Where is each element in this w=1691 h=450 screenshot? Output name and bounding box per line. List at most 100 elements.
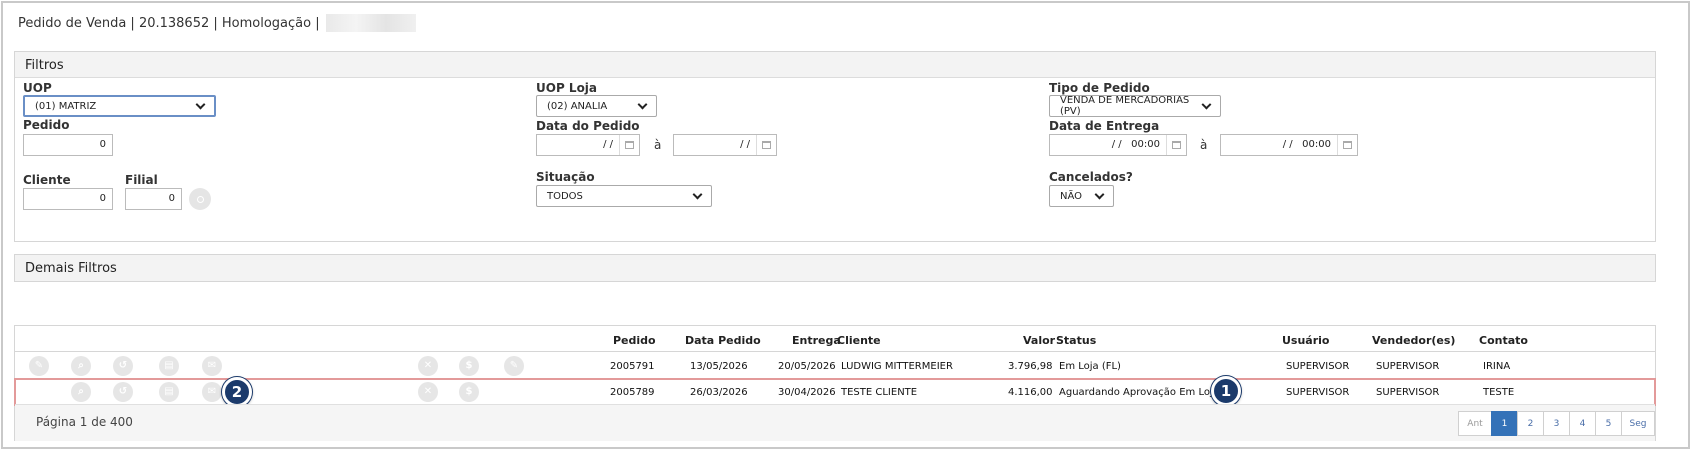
cell-pedido: 2005791 — [610, 361, 655, 372]
calendar-icon[interactable] — [756, 135, 776, 155]
data-pedido-to-value: / / — [740, 139, 750, 150]
pedido-label: Pedido — [23, 118, 70, 132]
cancelados-value: NÃO — [1060, 190, 1083, 202]
more-filters-title[interactable]: Demais Filtros — [15, 255, 1655, 281]
page-title-text: Pedido de Venda | 20.138652 | Homologaçã… — [18, 15, 320, 31]
data-pedido-to[interactable]: / / — [673, 134, 777, 156]
pagination-page-1[interactable]: 1 — [1491, 411, 1518, 436]
col-vendedor[interactable]: Vendedor(es) — [1372, 334, 1455, 347]
pedido-input[interactable]: 0 — [23, 134, 113, 156]
cell-entrega: 20/05/2026 — [778, 361, 836, 372]
callout-badge-2: 2 — [222, 377, 252, 407]
email-icon[interactable]: ✉ — [202, 382, 222, 402]
cell-cliente: LUDWIG MITTERMEIER — [841, 361, 953, 372]
filial-input[interactable]: 0 — [125, 188, 182, 210]
cancel-icon[interactable]: ✕ — [418, 382, 438, 402]
col-contato[interactable]: Contato — [1479, 334, 1528, 347]
col-pedido[interactable]: Pedido — [613, 334, 656, 347]
cell-status: Em Loja (FL) — [1059, 361, 1121, 372]
cell-data-pedido: 26/03/2026 — [690, 387, 748, 398]
calendar-icon[interactable] — [1337, 135, 1357, 155]
filters-title: Filtros — [15, 52, 1655, 78]
cliente-label: Cliente — [23, 173, 71, 187]
cell-valor: 4.116,00 — [1008, 387, 1053, 398]
history-icon[interactable]: ↺ — [113, 382, 133, 402]
uop-loja-label: UOP Loja — [536, 81, 598, 95]
chevron-down-icon — [692, 189, 703, 199]
uop-loja-value: (02) ANALIA — [547, 100, 608, 112]
cancelados-label: Cancelados? — [1049, 170, 1133, 184]
data-entrega-from-value: / / 00:00 — [1111, 139, 1160, 150]
data-entrega-sep: à — [1200, 138, 1208, 152]
grid-footer: Página 1 de 400 Ant 1 2 3 4 5 Seg — [15, 404, 1655, 441]
cell-vendedor: SUPERVISOR — [1376, 387, 1440, 398]
uop-loja-select[interactable]: (02) ANALIA — [536, 95, 657, 117]
redacted-environment — [325, 14, 416, 32]
filters-panel: Filtros UOP (01) MATRIZ Pedido 0 Cliente… — [14, 51, 1656, 242]
pagination-page-2[interactable]: 2 — [1517, 411, 1544, 436]
more-filters-panel[interactable]: Demais Filtros — [14, 254, 1656, 282]
data-pedido-from-value: / / — [603, 139, 613, 150]
dollar-icon[interactable]: $ — [459, 356, 479, 376]
search-icon[interactable] — [189, 188, 211, 210]
dollar-icon[interactable]: $ — [459, 382, 479, 402]
orders-grid: Pedido Data Pedido Entrega Cliente Valor… — [14, 325, 1656, 441]
data-entrega-from[interactable]: / / 00:00 — [1049, 134, 1187, 156]
pagination-prev[interactable]: Ant — [1458, 411, 1492, 436]
calendar-icon[interactable] — [1166, 135, 1186, 155]
uop-select[interactable]: (01) MATRIZ — [23, 95, 216, 117]
cancel-icon[interactable]: ✕ — [418, 356, 438, 376]
chevron-down-icon — [637, 99, 648, 109]
col-usuario[interactable]: Usuário — [1282, 334, 1330, 347]
col-cliente[interactable]: Cliente — [837, 334, 881, 347]
pagination: Ant 1 2 3 4 5 Seg — [1458, 411, 1655, 436]
history-icon[interactable]: ↺ — [113, 356, 133, 376]
tipo-pedido-value: VENDA DE MERCADORIAS (PV) — [1060, 95, 1190, 117]
search-icon[interactable]: ⌕ — [71, 382, 91, 402]
situacao-label: Situação — [536, 170, 595, 184]
cell-contato: TESTE — [1483, 387, 1515, 398]
uop-value: (01) MATRIZ — [35, 100, 97, 112]
print-icon[interactable]: ▤ — [159, 356, 179, 376]
calendar-icon[interactable] — [619, 135, 639, 155]
tipo-pedido-select[interactable]: VENDA DE MERCADORIAS (PV) — [1049, 95, 1221, 117]
cell-usuario: SUPERVISOR — [1286, 361, 1350, 372]
pagination-next[interactable]: Seg — [1621, 411, 1655, 436]
tipo-pedido-label: Tipo de Pedido — [1049, 81, 1150, 95]
cell-valor: 3.796,98 — [1008, 361, 1053, 372]
col-valor[interactable]: Valor — [1023, 334, 1055, 347]
col-data-pedido[interactable]: Data Pedido — [685, 334, 761, 347]
filial-label: Filial — [125, 173, 158, 187]
situacao-value: TODOS — [547, 190, 583, 202]
data-pedido-sep: à — [654, 138, 662, 152]
data-entrega-to[interactable]: / / 00:00 — [1220, 134, 1358, 156]
cell-contato: IRINA — [1483, 361, 1511, 372]
edit-order-icon[interactable]: ✎ — [504, 356, 524, 376]
search-icon[interactable]: ⌕ — [71, 356, 91, 376]
cell-usuario: SUPERVISOR — [1286, 387, 1350, 398]
cell-data-pedido: 13/05/2026 — [690, 361, 748, 372]
cancelados-select[interactable]: NÃO — [1049, 185, 1114, 207]
col-status[interactable]: Status — [1056, 334, 1096, 347]
print-icon[interactable]: ▤ — [159, 382, 179, 402]
callout-badge-1: 1 — [1211, 376, 1241, 406]
pagination-page-3[interactable]: 3 — [1543, 411, 1570, 436]
cliente-input[interactable]: 0 — [23, 188, 113, 210]
table-row-highlighted[interactable]: ⌕ ↺ ▤ ✉ ✕ $ 2005789 26/03/2026 30/04/202… — [14, 378, 1656, 406]
edit-icon[interactable]: ✎ — [29, 356, 49, 376]
pagination-page-4[interactable]: 4 — [1569, 411, 1596, 436]
email-icon[interactable]: ✉ — [202, 356, 222, 376]
data-pedido-from[interactable]: / / — [536, 134, 640, 156]
chevron-down-icon — [1094, 189, 1105, 199]
table-row[interactable]: ✎ ⌕ ↺ ▤ ✉ ✕ $ ✎ 2005791 13/05/2026 20/05… — [15, 353, 1655, 379]
cell-vendedor: SUPERVISOR — [1376, 361, 1440, 372]
pagination-page-5[interactable]: 5 — [1595, 411, 1622, 436]
pagination-info: Página 1 de 400 — [36, 415, 133, 429]
grid-header: Pedido Data Pedido Entrega Cliente Valor… — [15, 326, 1655, 352]
cell-pedido: 2005789 — [610, 387, 655, 398]
cell-entrega: 30/04/2026 — [778, 387, 836, 398]
situacao-select[interactable]: TODOS — [536, 185, 712, 207]
data-entrega-to-value: / / 00:00 — [1282, 139, 1331, 150]
col-entrega[interactable]: Entrega — [792, 334, 841, 347]
data-entrega-label: Data de Entrega — [1049, 119, 1160, 133]
